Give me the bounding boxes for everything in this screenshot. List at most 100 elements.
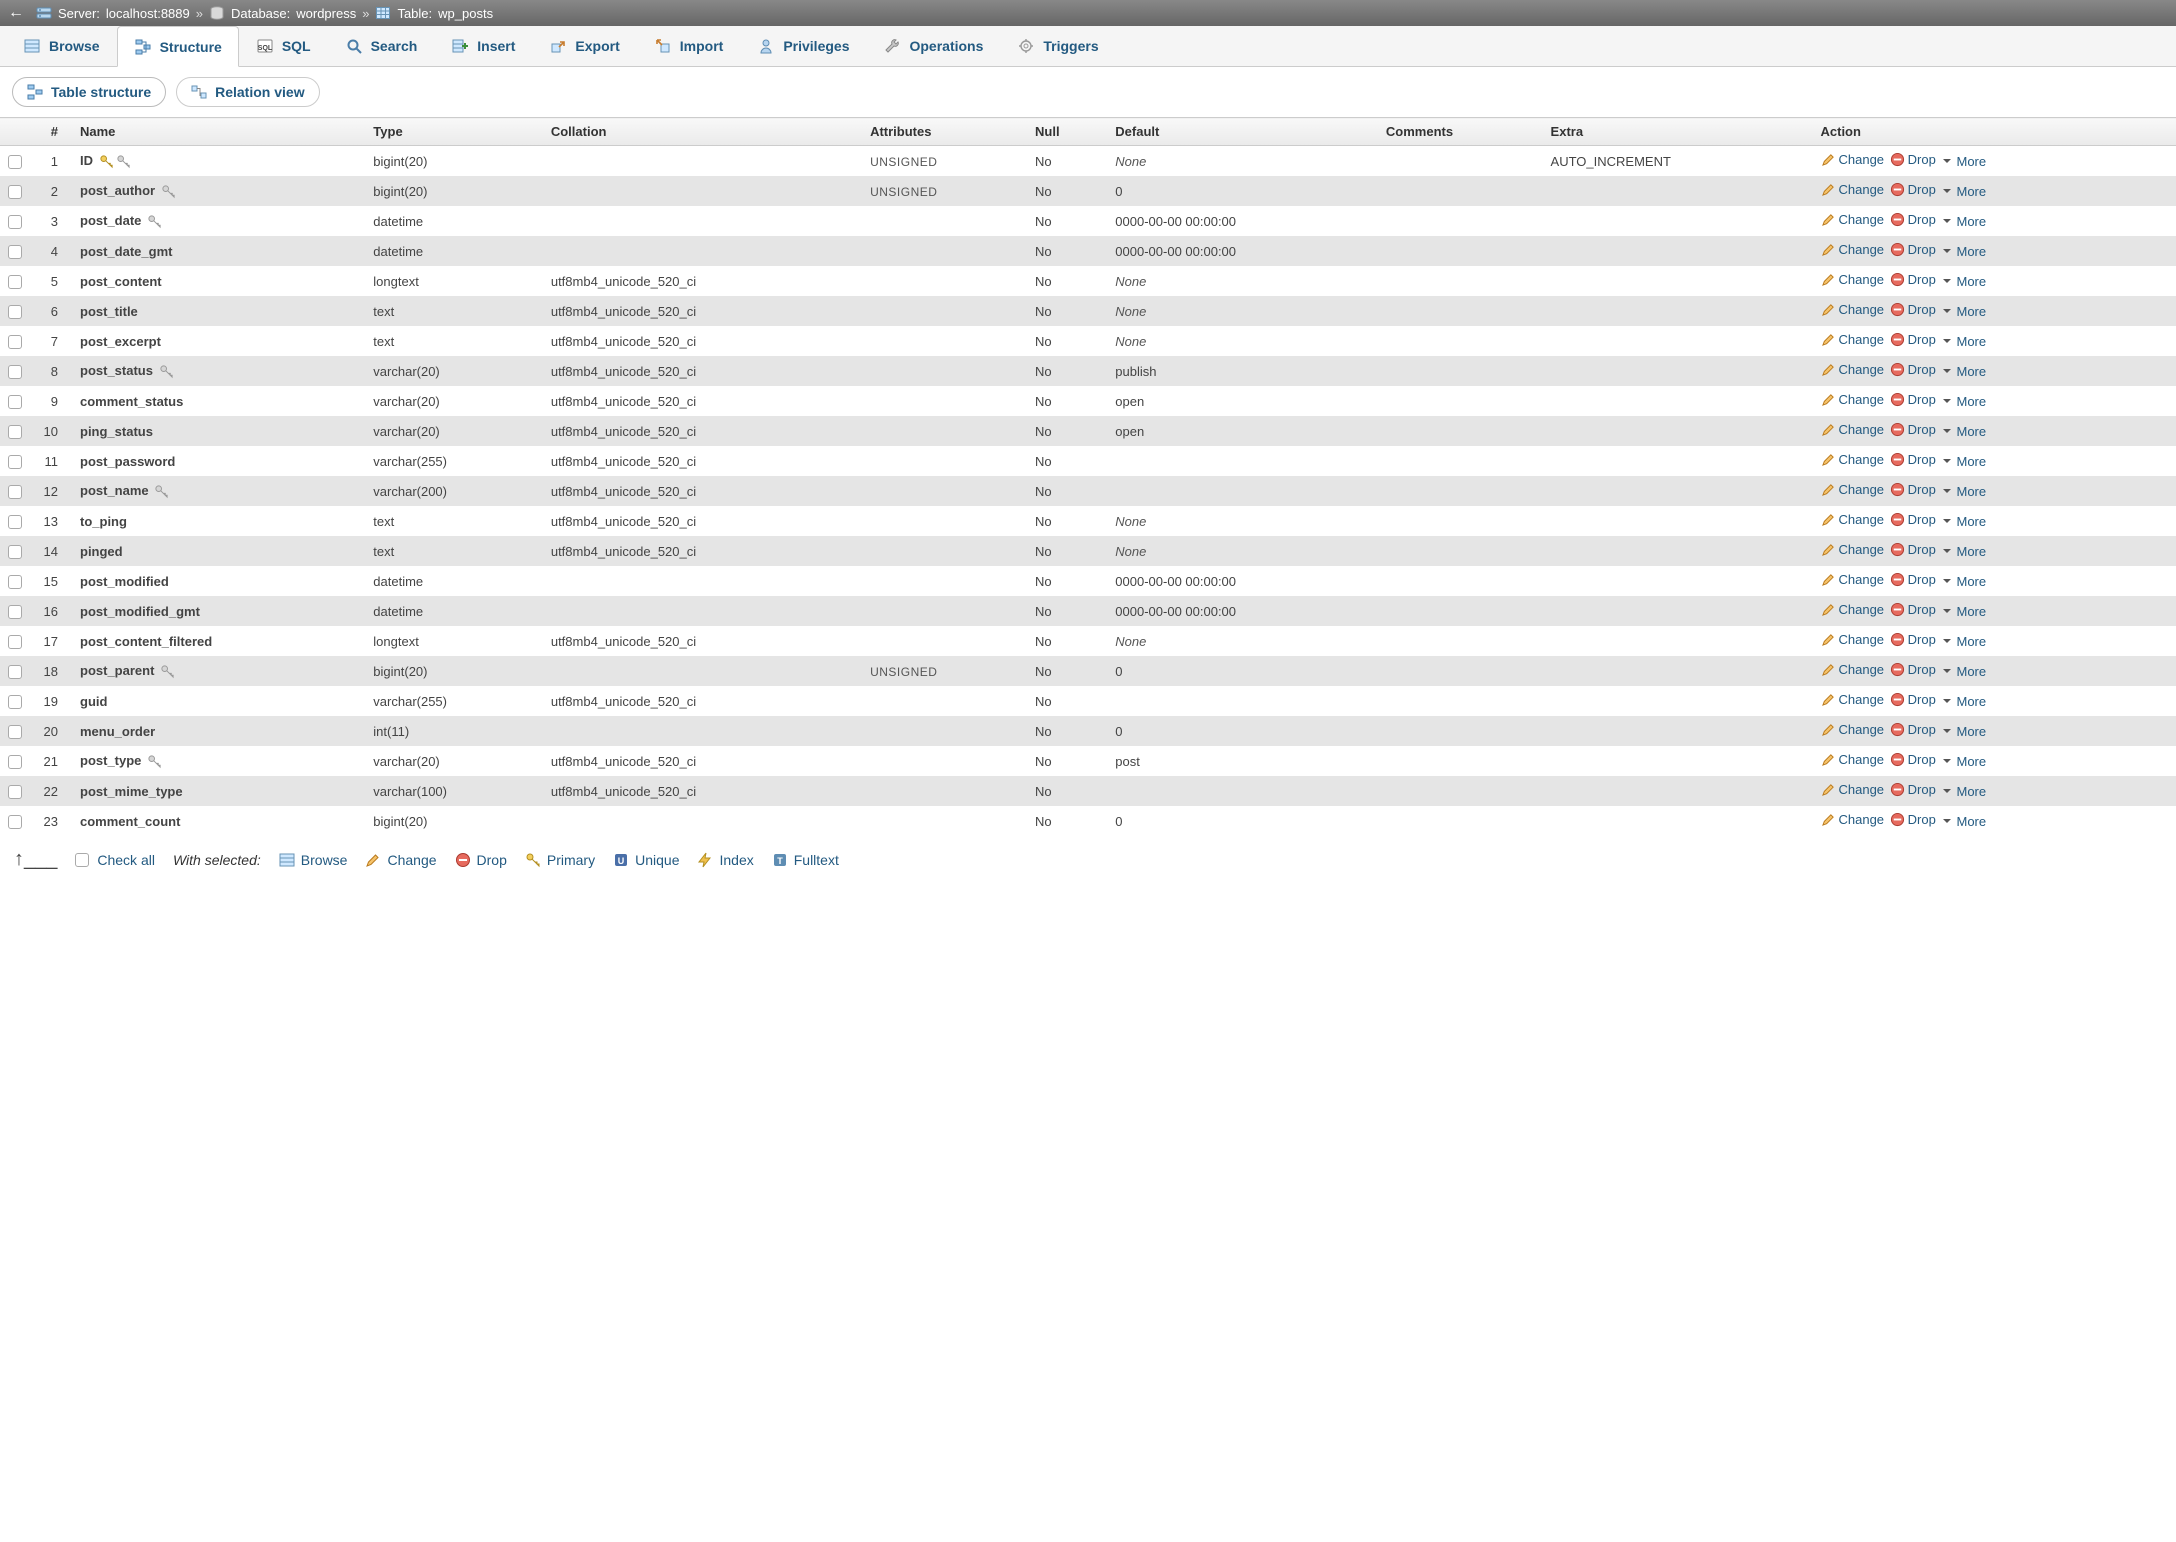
- drop-link[interactable]: Drop: [1890, 602, 1936, 617]
- row-checkbox[interactable]: [8, 455, 22, 469]
- row-checkbox[interactable]: [8, 725, 22, 739]
- row-checkbox[interactable]: [8, 605, 22, 619]
- more-link[interactable]: More: [1941, 724, 1986, 739]
- drop-link[interactable]: Drop: [1890, 512, 1936, 527]
- change-link[interactable]: Change: [1821, 422, 1885, 437]
- row-checkbox[interactable]: [8, 395, 22, 409]
- more-link[interactable]: More: [1941, 694, 1986, 709]
- row-checkbox[interactable]: [8, 245, 22, 259]
- th-attributes[interactable]: Attributes: [862, 118, 1027, 146]
- check-all[interactable]: Check all: [75, 852, 155, 868]
- row-checkbox[interactable]: [8, 305, 22, 319]
- row-checkbox[interactable]: [8, 755, 22, 769]
- row-checkbox[interactable]: [8, 185, 22, 199]
- th-type[interactable]: Type: [365, 118, 543, 146]
- change-link[interactable]: Change: [1821, 512, 1885, 527]
- tab-sql[interactable]: SQL SQL: [239, 26, 328, 66]
- more-link[interactable]: More: [1941, 394, 1986, 409]
- drop-link[interactable]: Drop: [1890, 242, 1936, 257]
- change-link[interactable]: Change: [1821, 152, 1885, 167]
- change-link[interactable]: Change: [1821, 602, 1885, 617]
- row-checkbox[interactable]: [8, 665, 22, 679]
- tab-structure[interactable]: Structure: [117, 26, 239, 67]
- row-checkbox[interactable]: [8, 155, 22, 169]
- drop-link[interactable]: Drop: [1890, 542, 1936, 557]
- more-link[interactable]: More: [1941, 544, 1986, 559]
- bulk-change[interactable]: Change: [365, 852, 436, 868]
- drop-link[interactable]: Drop: [1890, 572, 1936, 587]
- change-link[interactable]: Change: [1821, 302, 1885, 317]
- drop-link[interactable]: Drop: [1890, 482, 1936, 497]
- row-checkbox[interactable]: [8, 785, 22, 799]
- tab-search[interactable]: Search: [328, 26, 435, 66]
- more-link[interactable]: More: [1941, 304, 1986, 319]
- change-link[interactable]: Change: [1821, 542, 1885, 557]
- more-link[interactable]: More: [1941, 484, 1986, 499]
- tab-triggers[interactable]: Triggers: [1000, 26, 1115, 66]
- more-link[interactable]: More: [1941, 514, 1986, 529]
- th-null[interactable]: Null: [1027, 118, 1107, 146]
- bulk-fulltext[interactable]: T Fulltext: [772, 852, 839, 868]
- tab-operations[interactable]: Operations: [866, 26, 1000, 66]
- drop-link[interactable]: Drop: [1890, 152, 1936, 167]
- more-link[interactable]: More: [1941, 214, 1986, 229]
- tab-import[interactable]: Import: [637, 26, 741, 66]
- th-name[interactable]: Name: [72, 118, 365, 146]
- change-link[interactable]: Change: [1821, 572, 1885, 587]
- more-link[interactable]: More: [1941, 814, 1986, 829]
- row-checkbox[interactable]: [8, 425, 22, 439]
- change-link[interactable]: Change: [1821, 392, 1885, 407]
- change-link[interactable]: Change: [1821, 812, 1885, 827]
- bulk-primary[interactable]: Primary: [525, 852, 595, 868]
- more-link[interactable]: More: [1941, 274, 1986, 289]
- more-link[interactable]: More: [1941, 364, 1986, 379]
- more-link[interactable]: More: [1941, 574, 1986, 589]
- row-checkbox[interactable]: [8, 545, 22, 559]
- more-link[interactable]: More: [1941, 634, 1986, 649]
- drop-link[interactable]: Drop: [1890, 632, 1936, 647]
- tab-browse[interactable]: Browse: [6, 26, 117, 66]
- drop-link[interactable]: Drop: [1890, 452, 1936, 467]
- tab-export[interactable]: Export: [532, 26, 636, 66]
- more-link[interactable]: More: [1941, 754, 1986, 769]
- more-link[interactable]: More: [1941, 784, 1986, 799]
- row-checkbox[interactable]: [8, 485, 22, 499]
- drop-link[interactable]: Drop: [1890, 722, 1936, 737]
- bulk-browse[interactable]: Browse: [279, 852, 348, 868]
- row-checkbox[interactable]: [8, 365, 22, 379]
- th-extra[interactable]: Extra: [1543, 118, 1813, 146]
- more-link[interactable]: More: [1941, 154, 1986, 169]
- bulk-index[interactable]: Index: [697, 852, 753, 868]
- drop-link[interactable]: Drop: [1890, 302, 1936, 317]
- change-link[interactable]: Change: [1821, 752, 1885, 767]
- change-link[interactable]: Change: [1821, 212, 1885, 227]
- more-link[interactable]: More: [1941, 244, 1986, 259]
- drop-link[interactable]: Drop: [1890, 272, 1936, 287]
- row-checkbox[interactable]: [8, 695, 22, 709]
- row-checkbox[interactable]: [8, 635, 22, 649]
- drop-link[interactable]: Drop: [1890, 782, 1936, 797]
- change-link[interactable]: Change: [1821, 242, 1885, 257]
- th-comments[interactable]: Comments: [1378, 118, 1543, 146]
- drop-link[interactable]: Drop: [1890, 692, 1936, 707]
- row-checkbox[interactable]: [8, 335, 22, 349]
- drop-link[interactable]: Drop: [1890, 332, 1936, 347]
- row-checkbox[interactable]: [8, 275, 22, 289]
- change-link[interactable]: Change: [1821, 362, 1885, 377]
- change-link[interactable]: Change: [1821, 782, 1885, 797]
- change-link[interactable]: Change: [1821, 182, 1885, 197]
- change-link[interactable]: Change: [1821, 452, 1885, 467]
- drop-link[interactable]: Drop: [1890, 362, 1936, 377]
- change-link[interactable]: Change: [1821, 482, 1885, 497]
- more-link[interactable]: More: [1941, 604, 1986, 619]
- table-structure-button[interactable]: Table structure: [12, 77, 166, 107]
- drop-link[interactable]: Drop: [1890, 422, 1936, 437]
- breadcrumb-table-link[interactable]: wp_posts: [438, 6, 493, 21]
- breadcrumb-server-link[interactable]: localhost:8889: [106, 6, 190, 21]
- th-collation[interactable]: Collation: [543, 118, 862, 146]
- row-checkbox[interactable]: [8, 815, 22, 829]
- th-default[interactable]: Default: [1107, 118, 1378, 146]
- breadcrumb-database-link[interactable]: wordpress: [296, 6, 356, 21]
- row-checkbox[interactable]: [8, 215, 22, 229]
- change-link[interactable]: Change: [1821, 692, 1885, 707]
